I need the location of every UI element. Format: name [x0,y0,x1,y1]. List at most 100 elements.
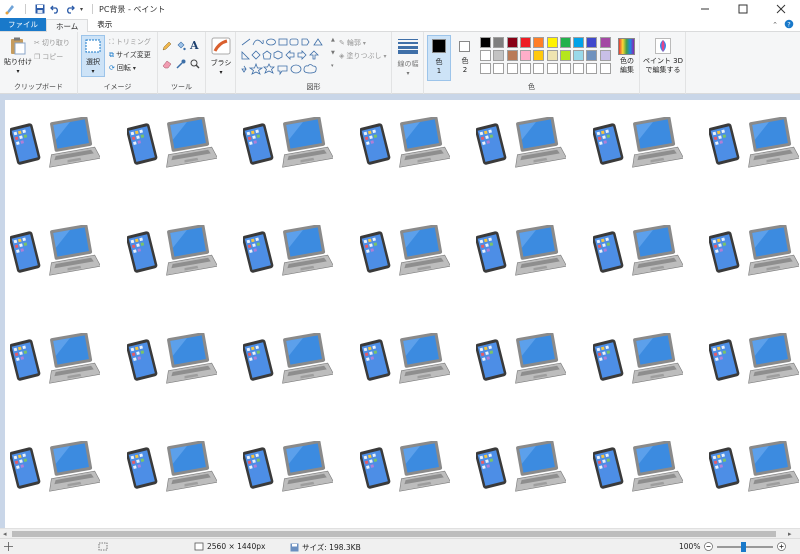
rotate-dropdown-icon[interactable]: ▾ [133,65,136,72]
drawing-canvas[interactable] [5,100,800,528]
palette-swatch[interactable] [533,37,545,48]
size-button[interactable]: 線の幅 ▾ [395,36,421,80]
resize-label: サイズ変更 [116,51,151,59]
customize-qat-icon[interactable]: ▾ [80,6,83,13]
palette-swatch[interactable] [493,63,505,74]
maximize-button[interactable] [724,0,762,18]
minimize-button[interactable] [686,0,724,18]
palette-swatch[interactable] [493,37,505,48]
workspace [0,94,800,528]
crop-button[interactable]: ⛶ トリミング [109,37,151,47]
palette-swatch[interactable] [519,63,531,74]
window-controls [686,0,800,18]
palette-swatch[interactable] [506,63,518,74]
paint3d-icon [655,38,671,54]
shapes-scroll-down-icon[interactable]: ▼ [331,50,335,56]
palette-swatch[interactable] [586,37,598,48]
cut-button[interactable]: ✂ 切り取り [34,38,70,48]
paint3d-label: ペイント 3D で編集する [642,57,684,74]
save-icon[interactable] [35,4,45,14]
palette-swatch[interactable] [480,63,491,74]
tab-view[interactable]: 表示 [88,18,121,31]
palette-swatch[interactable] [546,50,558,61]
fill-icon: ◈ [339,52,345,60]
palette-swatch[interactable] [599,50,611,61]
palette-swatch[interactable] [546,63,558,74]
edit-with-paint3d-button[interactable]: ペイント 3D で編集する [641,35,685,81]
outline-button[interactable]: ✎ 輪郭 ▾ [339,38,366,48]
palette-swatch[interactable] [599,37,611,48]
zoom-slider-thumb[interactable] [741,542,746,552]
shapes-gallery[interactable] [240,36,330,76]
paste-icon [11,37,26,55]
size-group: 線の幅 ▾ [392,32,424,94]
palette-swatch[interactable] [480,50,491,61]
outline-label: 輪郭 [346,39,361,47]
palette-swatch[interactable] [559,63,571,74]
paste-dropdown-icon[interactable]: ▾ [4,67,32,76]
palette-swatch[interactable] [573,63,585,74]
palette-swatch[interactable] [506,37,518,48]
scroll-right-icon[interactable]: ▸ [788,530,792,538]
tools-group: A ツール [158,32,206,94]
magnifier-icon[interactable] [190,59,200,71]
redo-icon[interactable] [65,4,75,14]
select-dropdown-icon[interactable]: ▾ [82,67,104,76]
paste-button[interactable]: 貼り付け ▾ [4,36,32,76]
scrollbar-thumb[interactable] [12,531,776,537]
color1-button[interactable]: 色1 [427,35,451,81]
collapse-ribbon-icon[interactable]: ⌃ [772,21,778,29]
copy-button[interactable]: ❐ コピー [34,52,63,62]
edit-colors-button[interactable]: 色の 編集 [616,35,638,81]
zoom-out-button[interactable] [704,542,713,551]
palette-swatch[interactable] [586,50,598,61]
color-picker-icon[interactable] [176,59,186,71]
crop-icon: ⛶ [109,37,114,46]
color-palette [480,37,614,77]
palette-swatch[interactable] [559,37,571,48]
undo-icon[interactable] [50,4,60,14]
palette-swatch[interactable] [586,63,598,74]
shapes-scroll-up-icon[interactable]: ▲ [331,37,335,43]
rotate-button[interactable]: ⟳ 回転 ▾ [109,63,136,73]
color2-button[interactable]: 色2 [454,35,476,81]
tab-file[interactable]: ファイル [0,18,46,31]
palette-swatch[interactable] [519,50,531,61]
palette-swatch[interactable] [573,37,585,48]
tab-home[interactable]: ホーム [46,19,89,32]
palette-swatch[interactable] [573,50,585,61]
scroll-left-icon[interactable]: ◂ [3,530,7,538]
resize-button[interactable]: ⧉ サイズ変更 [109,50,151,60]
image-group: 選択 ▾ ⛶ トリミング ⧉ サイズ変更 ⟳ 回転 ▾ イメージ [78,32,158,94]
shapes-more-icon[interactable]: ▾ [331,63,334,69]
horizontal-scrollbar[interactable]: ◂ ▸ [0,528,800,538]
palette-swatch[interactable] [559,50,571,61]
brushes-dropdown-icon[interactable]: ▾ [208,68,234,77]
brushes-group: ブラシ ▾ [206,32,236,94]
help-icon[interactable]: ? [784,19,794,31]
palette-swatch[interactable] [493,50,505,61]
shapes-group: ▲ ▼ ▾ ✎ 輪郭 ▾ ◈ 塗りつぶし ▾ 図形 [236,32,392,94]
palette-swatch[interactable] [599,63,611,74]
palette-swatch[interactable] [506,50,518,61]
eraser-icon[interactable] [162,59,172,71]
edit-colors-label: 色の 編集 [620,57,634,74]
fill-bucket-icon[interactable] [176,41,186,53]
brushes-button[interactable]: ブラシ ▾ [208,35,234,80]
palette-swatch[interactable] [480,37,491,48]
text-icon[interactable]: A [190,39,199,52]
pencil-icon[interactable] [162,41,172,53]
color-spectrum-icon [618,38,635,55]
tablet-laptop-illustration [242,332,335,389]
palette-swatch[interactable] [533,63,545,74]
palette-swatch[interactable] [533,50,545,61]
palette-swatch[interactable] [546,37,558,48]
palette-swatch[interactable] [519,37,531,48]
tablet-laptop-illustration [242,440,335,497]
close-button[interactable] [762,0,800,18]
select-button[interactable]: 選択 ▾ [81,35,105,77]
fill-button[interactable]: ◈ 塗りつぶし ▾ [339,51,386,61]
brushes-label: ブラシ [210,59,232,67]
tablet-laptop-illustration [591,116,684,173]
zoom-in-button[interactable] [777,542,786,551]
